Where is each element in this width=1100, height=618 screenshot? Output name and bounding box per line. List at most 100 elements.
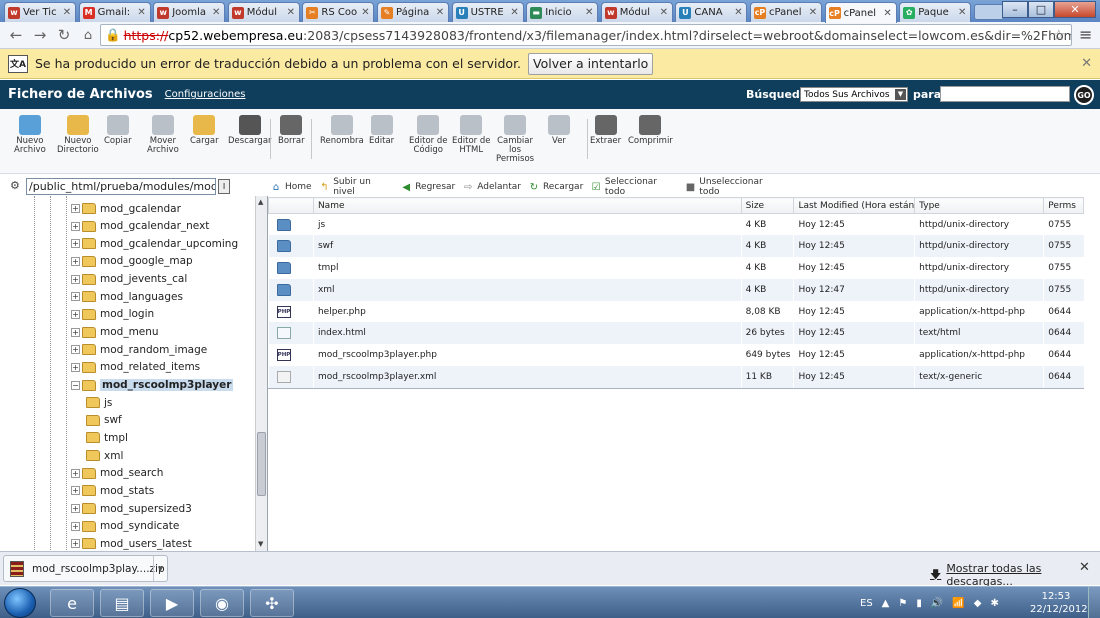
- tree-item[interactable]: + mod_related_items: [71, 359, 200, 376]
- show-all-downloads-link[interactable]: 🡇 Mostrar todas las descargas...: [930, 562, 1100, 588]
- table-row[interactable]: PHP mod_rscoolmp3player.php 649 bytes Hoy 1…: [268, 344, 1084, 367]
- unselect-all-action[interactable]: ■ Unseleccionar todo: [685, 177, 783, 197]
- browser-tab[interactable]: w Ver Tic ✕: [4, 2, 76, 22]
- forward-arrow-icon[interactable]: →: [30, 25, 50, 45]
- tree-item[interactable]: + mod_gcalendar_next: [71, 218, 209, 235]
- browser-tab[interactable]: cP cPanel ✕: [824, 2, 897, 23]
- table-row[interactable]: xml 4 KB Hoy 12:47 httpd/unix-directory 0755: [268, 278, 1084, 301]
- tree-item[interactable]: tmpl: [86, 429, 128, 446]
- tree-item[interactable]: + mod_users_latest: [71, 535, 192, 552]
- retry-translation-button[interactable]: Volver a intentarlo: [528, 52, 654, 75]
- tab-close-icon[interactable]: ✕: [286, 7, 296, 18]
- tab-close-icon[interactable]: ✕: [957, 7, 967, 18]
- expand-icon[interactable]: +: [71, 468, 80, 478]
- expand-icon[interactable]: +: [71, 486, 80, 496]
- toolbar-upload-button[interactable]: Cargar: [190, 115, 219, 146]
- chevron-down-icon[interactable]: ▼: [153, 556, 167, 581]
- toolbar-extract-button[interactable]: Extraer: [590, 115, 621, 146]
- volume-icon[interactable]: 🔊: [931, 598, 943, 609]
- toolbar-compress-button[interactable]: Comprimir: [628, 115, 673, 146]
- up-level-action[interactable]: ↰ Subir un nivel: [319, 177, 394, 197]
- expand-icon[interactable]: +: [71, 539, 80, 549]
- toolbar-copy-button[interactable]: Copiar: [104, 115, 132, 146]
- browser-tab[interactable]: w Joomla ✕: [153, 2, 226, 22]
- browser-tab[interactable]: cP cPanel ✕: [750, 2, 822, 22]
- show-desktop-button[interactable]: [1088, 587, 1100, 618]
- expand-icon[interactable]: +: [71, 504, 80, 514]
- tab-close-icon[interactable]: ✕: [360, 7, 370, 18]
- tree-item[interactable]: − mod_rscoolmp3player: [71, 377, 234, 394]
- browser-tab[interactable]: ✂ RS Coo ✕: [302, 2, 375, 22]
- tree-item[interactable]: js: [86, 394, 112, 411]
- reload-action[interactable]: ↻ Recargar: [528, 181, 584, 193]
- tray-expand-icon[interactable]: ▲: [882, 598, 890, 609]
- column-header[interactable]: Name: [312, 197, 742, 214]
- tree-item[interactable]: + mod_stats: [71, 482, 154, 499]
- new-tab-button[interactable]: [974, 4, 1004, 20]
- column-header[interactable]: Size: [740, 197, 795, 214]
- table-row[interactable]: index.html 26 bytes Hoy 12:45 text/html 0644: [268, 322, 1084, 345]
- expand-icon[interactable]: +: [71, 239, 80, 249]
- toolbar-html-editor-button[interactable]: Editor de HTML: [452, 115, 490, 155]
- expand-icon[interactable]: +: [71, 274, 80, 284]
- clock[interactable]: 12:53 22/12/2012: [1030, 590, 1088, 616]
- column-header[interactable]: Perms: [1043, 197, 1084, 214]
- battery-icon[interactable]: ▮: [916, 598, 922, 609]
- tree-item[interactable]: xml: [86, 447, 123, 464]
- explorer-taskbar-button[interactable]: ▤: [100, 589, 144, 617]
- expand-icon[interactable]: +: [71, 256, 80, 266]
- network-icon[interactable]: 📶: [952, 598, 964, 609]
- antivirus-icon[interactable]: ◆: [974, 598, 982, 609]
- tree-item[interactable]: swf: [86, 412, 122, 429]
- search-go-button[interactable]: GO: [1074, 85, 1094, 105]
- forward-action[interactable]: ⇨ Adelantar: [462, 181, 521, 193]
- network-app-taskbar-button[interactable]: ✣: [250, 589, 294, 617]
- bookmark-star-icon[interactable]: ☆: [1052, 26, 1065, 44]
- browser-tab[interactable]: ▬ Inicio ✕: [526, 2, 599, 22]
- column-header[interactable]: [268, 197, 314, 214]
- back-action[interactable]: ◀ Regresar: [400, 181, 455, 193]
- expand-icon[interactable]: +: [71, 345, 80, 355]
- tree-item[interactable]: + mod_gcalendar: [71, 200, 181, 217]
- start-button[interactable]: [4, 588, 36, 618]
- tree-item[interactable]: + mod_jevents_cal: [71, 271, 187, 288]
- search-scope-select[interactable]: Todos Sus Archivos ▼: [800, 87, 908, 102]
- expand-icon[interactable]: +: [71, 521, 80, 531]
- tab-close-icon[interactable]: ✕: [435, 7, 445, 18]
- tree-path-go-button[interactable]: I: [218, 178, 230, 194]
- search-input[interactable]: [940, 86, 1070, 102]
- ie-taskbar-button[interactable]: e: [50, 589, 94, 617]
- column-header[interactable]: Last Modified (Hora están: [793, 197, 916, 214]
- expand-icon[interactable]: +: [71, 327, 80, 337]
- tree-item[interactable]: + mod_gcalendar_upcoming: [71, 235, 238, 252]
- tab-close-icon[interactable]: ✕: [510, 7, 520, 18]
- tree-path-input[interactable]: /public_html/prueba/modules/mod_rscoo: [26, 177, 216, 195]
- scroll-up-icon[interactable]: ▲: [258, 198, 263, 206]
- table-row[interactable]: PHP helper.php 8,08 KB Hoy 12:45 application…: [268, 300, 1084, 323]
- scroll-down-icon[interactable]: ▼: [258, 540, 263, 548]
- select-all-action[interactable]: ☑ Seleccionar todo: [590, 177, 677, 197]
- tree-item[interactable]: + mod_random_image: [71, 341, 207, 358]
- toolbar-new-folder-button[interactable]: Nuevo Directorio: [57, 115, 99, 155]
- tab-close-icon[interactable]: ✕: [211, 7, 221, 18]
- browser-tab[interactable]: w Módul ✕: [600, 2, 673, 22]
- chrome-menu-icon[interactable]: ≡: [1079, 25, 1092, 44]
- toolbar-rename-button[interactable]: Renombra: [320, 115, 364, 146]
- browser-tab[interactable]: w Módul ✕: [227, 2, 300, 22]
- media-player-taskbar-button[interactable]: ▶: [150, 589, 194, 617]
- tree-item[interactable]: + mod_languages: [71, 288, 183, 305]
- tree-item[interactable]: + mod_supersized3: [71, 500, 192, 517]
- home-icon[interactable]: ⌂: [78, 25, 98, 45]
- browser-tab[interactable]: U USTRE ✕: [451, 2, 524, 22]
- toolbar-edit-button[interactable]: Editar: [369, 115, 394, 146]
- expand-icon[interactable]: +: [71, 362, 80, 372]
- tree-item[interactable]: + mod_menu: [71, 324, 159, 341]
- browser-tab[interactable]: M Gmail: ✕: [78, 2, 151, 22]
- tab-close-icon[interactable]: ✕: [137, 7, 147, 18]
- toolbar-delete-button[interactable]: Borrar: [278, 115, 305, 146]
- toolbar-permissions-button[interactable]: Cambiar los Permisos: [496, 115, 534, 164]
- action-center-icon[interactable]: ⚑: [898, 598, 907, 609]
- address-bar[interactable]: 🔒 https:// cp52.webempresa.eu :2083/cpse…: [100, 24, 1072, 46]
- close-infobar-icon[interactable]: ✕: [1081, 56, 1092, 71]
- expand-icon[interactable]: +: [71, 292, 80, 302]
